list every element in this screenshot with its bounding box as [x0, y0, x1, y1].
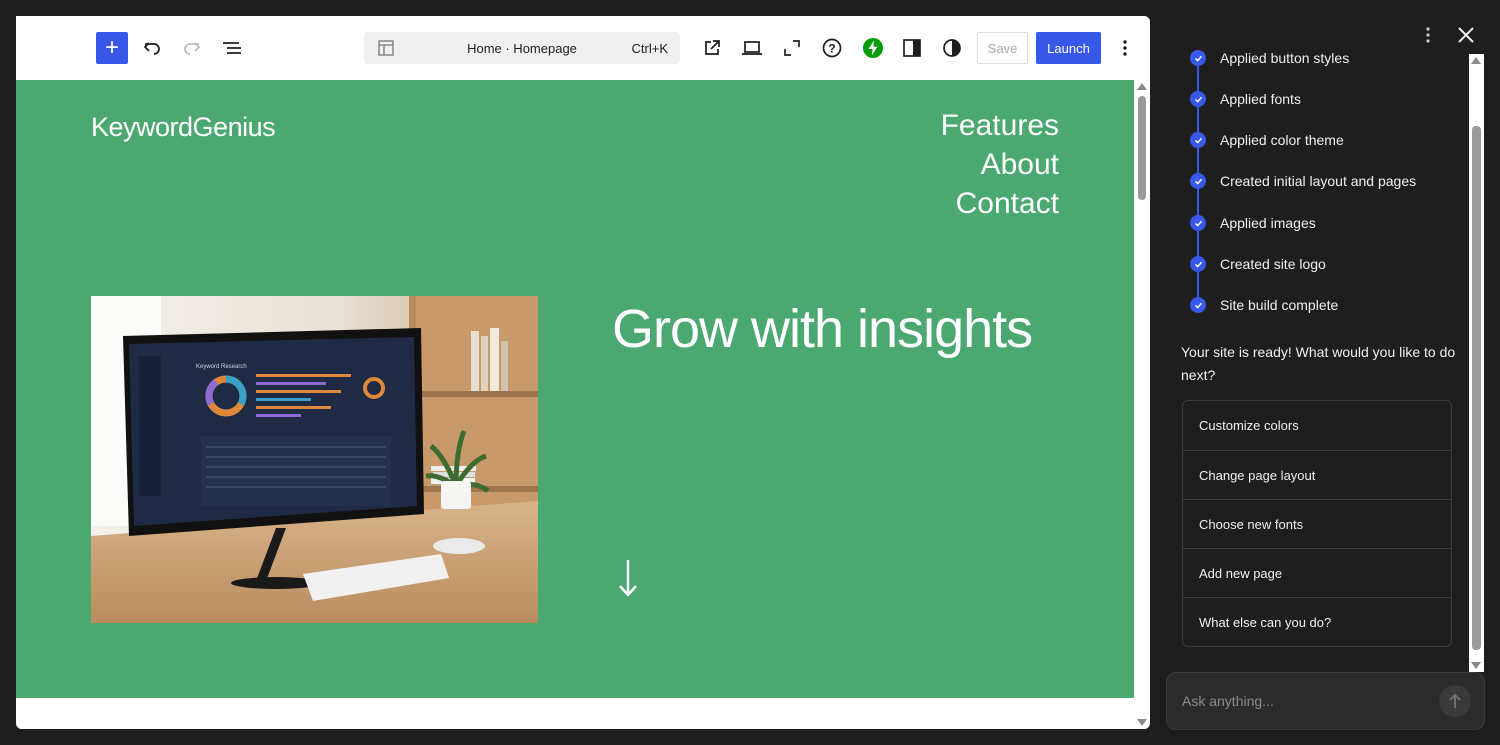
close-panel-button[interactable] [1453, 22, 1479, 48]
desktop-icon [742, 41, 762, 55]
nav-item-contact[interactable]: Contact [941, 184, 1059, 223]
document-overview-button[interactable] [216, 32, 248, 64]
panel-scrollbar[interactable] [1469, 54, 1484, 672]
editor-toolbar: + Home · Homepage Ctrl+K ? Save Launch [80, 16, 1150, 80]
check-icon [1190, 297, 1206, 313]
sidebar-icon [903, 39, 921, 57]
step-label: Applied fonts [1220, 91, 1301, 107]
nav-item-about[interactable]: About [941, 145, 1059, 184]
check-icon [1190, 132, 1206, 148]
assistant-message: Your site is ready! What would you like … [1181, 344, 1456, 383]
external-link-icon [705, 40, 720, 55]
suggestion-list: Customize colors Change page layout Choo… [1182, 400, 1452, 647]
more-vertical-icon [1123, 40, 1127, 56]
scroll-up-icon[interactable] [1471, 57, 1481, 64]
check-icon [1190, 256, 1206, 272]
scrollbar-thumb[interactable] [1472, 126, 1481, 650]
save-button[interactable]: Save [977, 32, 1028, 64]
step-item: Applied fonts [1190, 89, 1301, 109]
zoom-out-button[interactable] [776, 32, 808, 64]
jetpack-button[interactable] [857, 32, 889, 64]
step-item: Site build complete [1190, 295, 1338, 315]
nav-item-features[interactable]: Features [941, 106, 1059, 145]
plus-icon: + [104, 34, 119, 61]
undo-icon [143, 42, 160, 55]
check-icon [1190, 50, 1206, 66]
assistant-panel: Applied button styles Applied fonts Appl… [1150, 0, 1500, 745]
ask-input[interactable] [1182, 690, 1422, 712]
option-choose-new-fonts[interactable]: Choose new fonts [1183, 499, 1451, 548]
step-label: Created initial layout and pages [1220, 173, 1417, 189]
arrow-down-icon [619, 560, 637, 597]
device-preview-button[interactable] [736, 32, 768, 64]
option-customize-colors[interactable]: Customize colors [1183, 401, 1451, 450]
step-item: Applied images [1190, 213, 1316, 233]
help-button[interactable]: ? [816, 32, 848, 64]
send-button[interactable] [1439, 685, 1471, 717]
keyboard-shortcut: Ctrl+K [631, 40, 668, 56]
check-icon [1190, 215, 1206, 231]
editor-frame: + Home · Homepage Ctrl+K ? Save Launch K… [16, 16, 1150, 729]
site-navigation: Features About Contact [941, 106, 1059, 223]
close-icon [1458, 27, 1474, 43]
contrast-icon [943, 39, 961, 57]
jetpack-icon [863, 38, 883, 58]
command-palette-bar[interactable]: Home · Homepage Ctrl+K [364, 32, 680, 64]
svg-text:?: ? [828, 42, 835, 56]
redo-button[interactable] [176, 32, 208, 64]
fullscreen-icon [784, 40, 800, 56]
scroll-up-icon[interactable] [1137, 83, 1147, 90]
list-view-icon [223, 42, 241, 54]
help-icon: ? [822, 38, 842, 58]
hero-image[interactable]: Keyword Research [91, 296, 538, 623]
ask-box [1166, 672, 1485, 730]
panel-options-button[interactable] [1418, 22, 1438, 48]
canvas-bottom-area [16, 698, 1134, 729]
scroll-down-icon[interactable] [1471, 662, 1481, 669]
options-menu-button[interactable] [1109, 32, 1141, 64]
step-item: Created site logo [1190, 254, 1326, 274]
step-item: Created initial layout and pages [1190, 171, 1416, 191]
add-block-button[interactable]: + [96, 32, 128, 64]
site-canvas[interactable]: KeywordGenius Features About Contact Key… [16, 80, 1134, 698]
check-icon [1190, 173, 1206, 189]
undo-button[interactable] [136, 32, 168, 64]
step-label: Applied images [1220, 215, 1316, 231]
hero-headline[interactable]: Grow with insights [612, 298, 1033, 360]
check-icon [1190, 91, 1206, 107]
view-site-button[interactable] [696, 32, 728, 64]
launch-button[interactable]: Launch [1036, 32, 1101, 64]
step-label: Applied color theme [1220, 132, 1344, 148]
step-label: Applied button styles [1220, 50, 1350, 66]
step-item: Applied color theme [1190, 130, 1344, 150]
option-add-new-page[interactable]: Add new page [1183, 548, 1451, 597]
canvas-scrollbar[interactable] [1134, 80, 1150, 729]
step-label: Created site logo [1220, 256, 1326, 272]
option-change-page-layout[interactable]: Change page layout [1183, 450, 1451, 499]
scroll-down-icon[interactable] [1137, 719, 1147, 726]
step-item: Applied button styles [1190, 48, 1349, 68]
settings-sidebar-button[interactable] [896, 32, 928, 64]
hero-screen-title: Keyword Research [196, 364, 247, 370]
scrollbar-thumb[interactable] [1138, 96, 1146, 200]
option-what-else[interactable]: What else can you do? [1183, 597, 1451, 646]
styles-button[interactable] [936, 32, 968, 64]
step-label: Site build complete [1220, 297, 1339, 313]
arrow-up-icon [1449, 693, 1461, 708]
site-title[interactable]: KeywordGenius [91, 112, 276, 143]
more-vertical-icon [1426, 27, 1430, 43]
redo-icon [184, 42, 201, 55]
